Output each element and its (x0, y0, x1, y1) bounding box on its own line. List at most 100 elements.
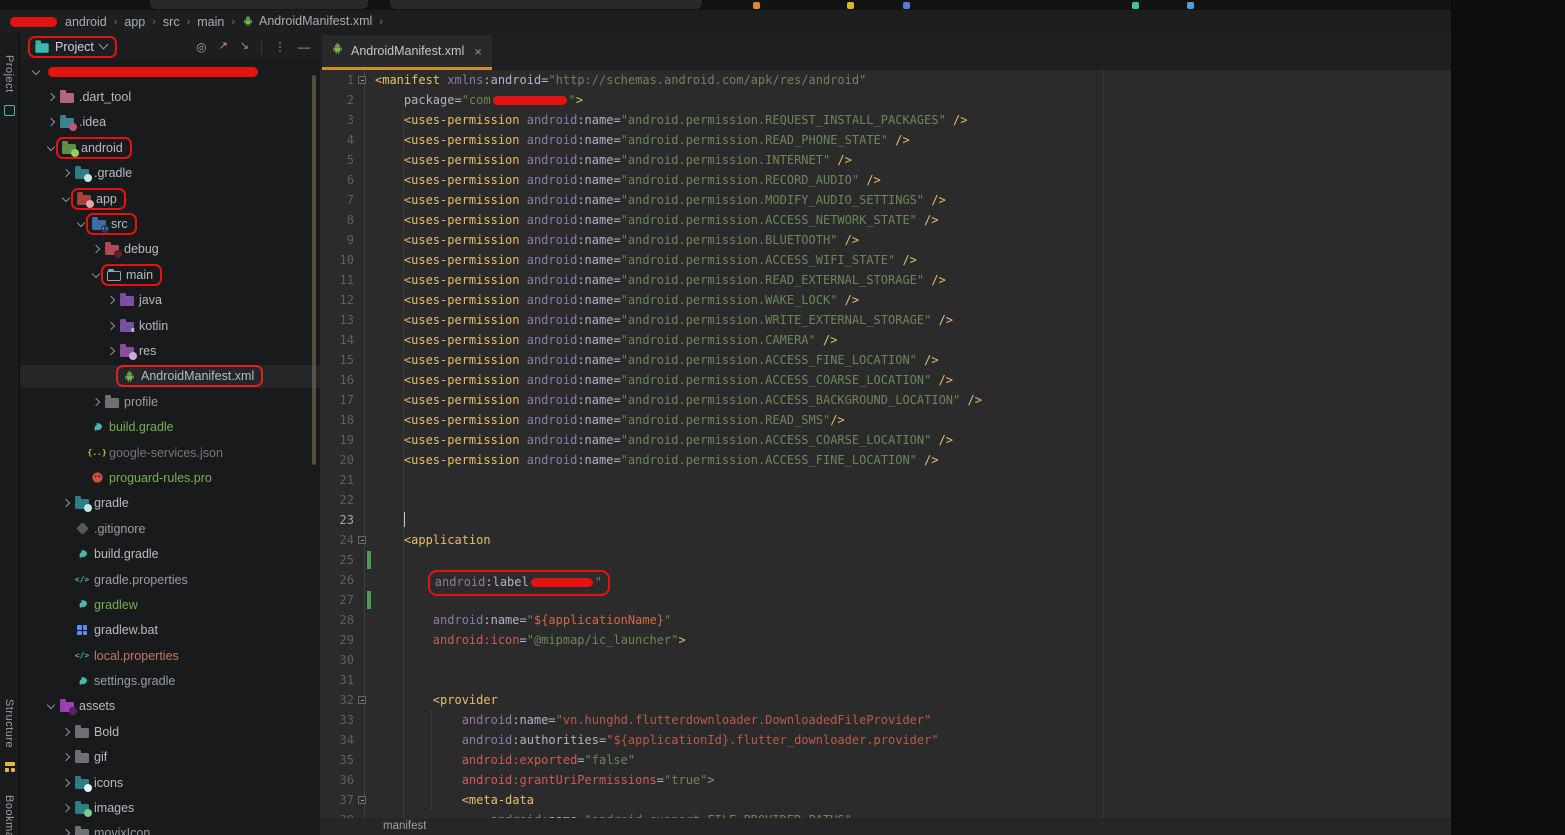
fold-marker-icon[interactable] (358, 796, 366, 804)
tree-item-gradle[interactable]: gradle (20, 491, 320, 516)
tree-chevron-closed[interactable] (43, 89, 59, 105)
code-line-22[interactable]: 22 (320, 490, 1451, 510)
editor-breadcrumb[interactable]: manifest (320, 818, 1451, 835)
tab-close-icon[interactable]: × (474, 44, 482, 59)
tree-item-gradle-properties[interactable]: </>gradle.properties (20, 567, 320, 592)
code-line-26[interactable]: 26 android:label" (320, 570, 1451, 590)
code-line-31[interactable]: 31 (320, 670, 1451, 690)
code-line-16[interactable]: 16 <uses-permission android:name="androi… (320, 370, 1451, 390)
tree-item-kotlin[interactable]: Kkotlin (20, 313, 320, 338)
code-line-18[interactable]: 18 <uses-permission android:name="androi… (320, 410, 1451, 430)
breadcrumb-item-android[interactable]: android (65, 15, 107, 29)
tree-scrollbar[interactable] (312, 75, 316, 465)
code-line-23[interactable]: 23 (320, 510, 1451, 530)
tree-item-main[interactable]: main (20, 262, 320, 287)
fold-marker-icon[interactable] (358, 696, 366, 704)
code-line-36[interactable]: 36 android:grantUriPermissions="true"> (320, 770, 1451, 790)
tree-chevron-closed[interactable] (103, 343, 119, 359)
breadcrumb-item-androidmanifest-xml[interactable]: AndroidManifest.xml (242, 14, 372, 30)
fold-marker-icon[interactable] (358, 536, 366, 544)
code-editor[interactable]: 1<manifest xmlns:android="http://schemas… (320, 70, 1451, 818)
collapse-all-icon[interactable]: ↘ (240, 41, 249, 52)
tree-item-google-services-json[interactable]: {..}google-services.json (20, 440, 320, 465)
fold-marker-icon[interactable] (358, 76, 366, 84)
code-line-9[interactable]: 9 <uses-permission android:name="android… (320, 230, 1451, 250)
tree-item-assets[interactable]: assets (20, 694, 320, 719)
code-line-19[interactable]: 19 <uses-permission android:name="androi… (320, 430, 1451, 450)
code-line-5[interactable]: 5 <uses-permission android:name="android… (320, 150, 1451, 170)
tree-item-profile[interactable]: profile (20, 389, 320, 414)
code-line-11[interactable]: 11 <uses-permission android:name="androi… (320, 270, 1451, 290)
tree-chevron-open[interactable] (43, 140, 59, 156)
project-view-dropdown[interactable]: Project (28, 36, 117, 58)
tree-chevron-closed[interactable] (58, 825, 74, 835)
code-line-14[interactable]: 14 <uses-permission android:name="androi… (320, 330, 1451, 350)
tree-chevron-closed[interactable] (88, 394, 104, 410)
code-line-35[interactable]: 35 android:exported="false" (320, 750, 1451, 770)
tree-item-redacted-root[interactable] (20, 59, 320, 84)
structure-toolwindow-icon[interactable] (5, 762, 15, 772)
code-line-6[interactable]: 6 <uses-permission android:name="android… (320, 170, 1451, 190)
tree-item-icons[interactable]: icons (20, 770, 320, 795)
tree-item-proguard-rules-pro[interactable]: proguard-rules.pro (20, 465, 320, 490)
code-line-2[interactable]: 2 package="com"> (320, 90, 1451, 110)
tree-item-android[interactable]: android (20, 135, 320, 160)
tree-chevron-open[interactable] (28, 64, 44, 80)
toolwindow-label-project[interactable]: Project (3, 55, 15, 93)
breadcrumb-item-src[interactable]: src (163, 15, 180, 29)
tree-chevron-open[interactable] (58, 191, 74, 207)
code-line-24[interactable]: 24 <application (320, 530, 1451, 550)
tree-chevron-closed[interactable] (58, 800, 74, 816)
breadcrumb-item-main[interactable]: main (197, 15, 224, 29)
tree-item-res[interactable]: res (20, 338, 320, 363)
tree-item-build-gradle[interactable]: build.gradle (20, 414, 320, 439)
tree-chevron-closed[interactable] (58, 165, 74, 181)
code-line-7[interactable]: 7 <uses-permission android:name="android… (320, 190, 1451, 210)
tree-item-androidmanifest-xml[interactable]: AndroidManifest.xml (20, 364, 320, 389)
tree-item-local-properties[interactable]: </>local.properties (20, 643, 320, 668)
tree-chevron-closed[interactable] (103, 292, 119, 308)
tree-item-app[interactable]: app (20, 186, 320, 211)
code-line-25[interactable]: 25 (320, 550, 1451, 570)
code-line-29[interactable]: 29 android:icon="@mipmap/ic_launcher"> (320, 630, 1451, 650)
locate-file-icon[interactable]: ◎ (196, 41, 206, 53)
tree-chevron-closed[interactable] (58, 495, 74, 511)
tree-item-java[interactable]: java (20, 288, 320, 313)
code-line-12[interactable]: 12 <uses-permission android:name="androi… (320, 290, 1451, 310)
expand-all-icon[interactable]: ↗ (219, 41, 228, 52)
tree-item--idea[interactable]: .idea (20, 110, 320, 135)
code-line-20[interactable]: 20 <uses-permission android:name="androi… (320, 450, 1451, 470)
breadcrumb-item-app[interactable]: app (124, 15, 145, 29)
tree-chevron-closed[interactable] (88, 241, 104, 257)
toolwindow-label-bookmarks[interactable]: Bookmarks (3, 795, 15, 835)
tree-item-gradlew[interactable]: gradlew (20, 592, 320, 617)
tab-androidmanifest[interactable]: AndroidManifest.xml × (322, 35, 492, 70)
code-line-33[interactable]: 33 android:name="vn.hunghd.flutterdownlo… (320, 710, 1451, 730)
tree-item-src[interactable]: ‹›src (20, 211, 320, 236)
tree-chevron-open[interactable] (88, 267, 104, 283)
code-line-17[interactable]: 17 <uses-permission android:name="androi… (320, 390, 1451, 410)
code-line-30[interactable]: 30 (320, 650, 1451, 670)
more-options-icon[interactable]: ⋮ (274, 41, 286, 53)
code-line-37[interactable]: 37 <meta-data (320, 790, 1451, 810)
tree-item-movixicon[interactable]: movixIcon (20, 821, 320, 835)
tree-item--gradle[interactable]: .gradle (20, 161, 320, 186)
tree-chevron-open[interactable] (73, 216, 89, 232)
code-line-21[interactable]: 21 (320, 470, 1451, 490)
code-line-4[interactable]: 4 <uses-permission android:name="android… (320, 130, 1451, 150)
code-line-27[interactable]: 27 (320, 590, 1451, 610)
hide-panel-icon[interactable]: — (298, 41, 310, 53)
tree-item-gradlew-bat[interactable]: gradlew.bat (20, 618, 320, 643)
tree-chevron-open[interactable] (43, 698, 59, 714)
code-line-28[interactable]: 28 android:name="${applicationName}" (320, 610, 1451, 630)
tree-chevron-closed[interactable] (58, 724, 74, 740)
code-line-13[interactable]: 13 <uses-permission android:name="androi… (320, 310, 1451, 330)
tree-chevron-closed[interactable] (58, 749, 74, 765)
project-toolwindow-icon[interactable] (4, 105, 15, 116)
code-line-15[interactable]: 15 <uses-permission android:name="androi… (320, 350, 1451, 370)
tree-item-debug[interactable]: debug (20, 237, 320, 262)
tree-item-build-gradle[interactable]: build.gradle (20, 541, 320, 566)
code-line-8[interactable]: 8 <uses-permission android:name="android… (320, 210, 1451, 230)
code-line-3[interactable]: 3 <uses-permission android:name="android… (320, 110, 1451, 130)
tree-chevron-closed[interactable] (43, 114, 59, 130)
